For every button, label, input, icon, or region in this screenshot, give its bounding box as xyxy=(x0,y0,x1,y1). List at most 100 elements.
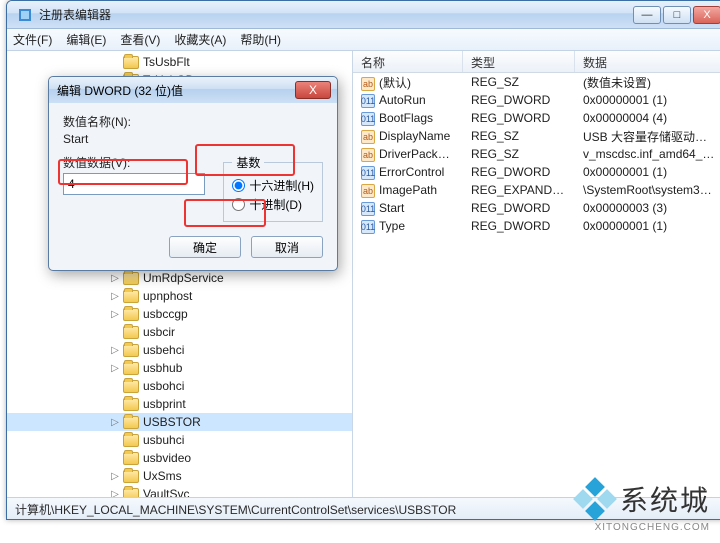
value-row[interactable]: 011TypeREG_DWORD0x00000001 (1) xyxy=(353,217,720,235)
folder-icon xyxy=(123,488,139,498)
value-data: USB 大容量存储驱动程序 xyxy=(575,128,720,145)
menu-view[interactable]: 查看(V) xyxy=(120,31,160,48)
titlebar[interactable]: 注册表编辑器 — □ X xyxy=(7,1,720,29)
values-pane[interactable]: 名称 类型 数据 ab(默认)REG_SZ(数值未设置)011AutoRunRE… xyxy=(353,51,720,497)
tree-item[interactable]: ▷ usbhub xyxy=(7,359,352,377)
folder-icon xyxy=(123,272,139,285)
tree-item[interactable]: ▷VaultSvc xyxy=(7,485,352,497)
minimize-button[interactable]: — xyxy=(633,6,661,24)
values-list: ab(默认)REG_SZ(数值未设置)011AutoRunREG_DWORD0x… xyxy=(353,73,720,235)
dword-icon: 011 xyxy=(361,220,375,234)
tree-item[interactable]: ▷ upnphost xyxy=(7,287,352,305)
name-value xyxy=(63,132,323,146)
tree-item[interactable]: usbuhci xyxy=(7,431,352,449)
tree-item[interactable]: usbcir xyxy=(7,323,352,341)
tree-label: upnphost xyxy=(143,289,192,303)
tree-label: usbhub xyxy=(143,361,182,375)
ok-button[interactable]: 确定 xyxy=(169,236,241,258)
value-data: (数值未设置) xyxy=(575,74,720,91)
radix-dec-option[interactable]: 十进制(D) xyxy=(232,196,314,213)
name-label: 数值名称(N): xyxy=(63,113,323,130)
menu-help[interactable]: 帮助(H) xyxy=(240,31,281,48)
close-button[interactable]: X xyxy=(693,6,720,24)
menu-favorites[interactable]: 收藏夹(A) xyxy=(174,31,226,48)
value-row[interactable]: abImagePathREG_EXPAND_SZ\SystemRoot\syst… xyxy=(353,181,720,199)
value-row[interactable]: 011ErrorControlREG_DWORD0x00000001 (1) xyxy=(353,163,720,181)
expander-icon[interactable]: ▷ xyxy=(109,417,121,428)
value-row[interactable]: 011AutoRunREG_DWORD0x00000001 (1) xyxy=(353,91,720,109)
data-input[interactable] xyxy=(63,173,205,195)
value-data: 0x00000001 (1) xyxy=(575,219,720,233)
folder-icon xyxy=(123,398,139,411)
value-type: REG_DWORD xyxy=(463,165,575,179)
tree-label: usbuhci xyxy=(143,433,184,447)
value-name: DisplayName xyxy=(379,129,450,143)
watermark: 系统城 XITONGCHENG.COM xyxy=(576,479,710,519)
tree-label: TsUsbFlt xyxy=(143,55,190,69)
tree-item[interactable]: usbvideo xyxy=(7,449,352,467)
expander-icon[interactable]: ▷ xyxy=(109,471,121,482)
tree-label: usbcir xyxy=(143,325,175,339)
value-name: DriverPackageId xyxy=(379,147,463,161)
maximize-button[interactable]: □ xyxy=(663,6,691,24)
tree-item[interactable]: TsUsbFlt xyxy=(7,53,352,71)
radix-dec-radio[interactable] xyxy=(232,198,245,211)
value-name: BootFlags xyxy=(379,111,433,125)
value-type: REG_SZ xyxy=(463,129,575,143)
tree-label: usbohci xyxy=(143,379,184,393)
expander-icon[interactable]: ▷ xyxy=(109,291,121,302)
tree-label: USBSTOR xyxy=(143,415,201,429)
values-header: 名称 类型 数据 xyxy=(353,51,720,73)
window-title: 注册表编辑器 xyxy=(39,6,633,23)
col-type[interactable]: 类型 xyxy=(463,51,575,72)
dialog-title[interactable]: 编辑 DWORD (32 位)值 xyxy=(49,77,337,103)
value-type: REG_EXPAND_SZ xyxy=(463,183,575,197)
value-row[interactable]: ab(默认)REG_SZ(数值未设置) xyxy=(353,73,720,91)
app-icon xyxy=(17,7,33,23)
col-name[interactable]: 名称 xyxy=(353,51,463,72)
tree-item[interactable]: ▷UxSms xyxy=(7,467,352,485)
radix-hex-radio[interactable] xyxy=(232,179,245,192)
folder-icon xyxy=(123,362,139,375)
value-row[interactable]: 011BootFlagsREG_DWORD0x00000004 (4) xyxy=(353,109,720,127)
string-icon: ab xyxy=(361,184,375,198)
tree-label: usbprint xyxy=(143,397,186,411)
value-type: REG_SZ xyxy=(463,75,575,89)
tree-item[interactable]: ▷ usbehci xyxy=(7,341,352,359)
tree-item[interactable]: ▷ USBSTOR xyxy=(7,413,352,431)
value-row[interactable]: abDriverPackageIdREG_SZv_mscdsc.inf_amd6… xyxy=(353,145,720,163)
expander-icon[interactable]: ▷ xyxy=(109,309,121,320)
tree-item[interactable]: ▷usbccgp xyxy=(7,305,352,323)
value-name: ImagePath xyxy=(379,183,437,197)
expander-icon[interactable]: ▷ xyxy=(109,363,121,374)
expander-icon[interactable]: ▷ xyxy=(109,273,121,284)
value-row[interactable]: abDisplayNameREG_SZUSB 大容量存储驱动程序 xyxy=(353,127,720,145)
folder-icon xyxy=(123,470,139,483)
tree-item[interactable]: ▷UmRdpService xyxy=(7,269,352,287)
expander-icon[interactable]: ▷ xyxy=(109,489,121,498)
tree-item[interactable]: usbohci xyxy=(7,377,352,395)
status-path: 计算机\HKEY_LOCAL_MACHINE\SYSTEM\CurrentCon… xyxy=(15,503,456,517)
watermark-icon xyxy=(576,480,614,518)
dialog-close-button[interactable]: X xyxy=(295,81,331,99)
base-legend: 基数 xyxy=(232,154,264,171)
menubar: 文件(F) 编辑(E) 查看(V) 收藏夹(A) 帮助(H) xyxy=(7,29,720,51)
folder-icon xyxy=(123,344,139,357)
col-data[interactable]: 数据 xyxy=(575,51,720,72)
folder-icon xyxy=(123,308,139,321)
data-label: 数值数据(V): xyxy=(63,154,205,171)
tree-label: usbehci xyxy=(143,343,184,357)
edit-dword-dialog: 编辑 DWORD (32 位)值 X 数值名称(N): 数值数据(V): 基数 … xyxy=(48,76,338,271)
value-type: REG_DWORD xyxy=(463,93,575,107)
expander-icon[interactable]: ▷ xyxy=(109,345,121,356)
folder-icon xyxy=(123,380,139,393)
tree-item[interactable]: usbprint xyxy=(7,395,352,413)
menu-file[interactable]: 文件(F) xyxy=(13,31,52,48)
value-row[interactable]: 011StartREG_DWORD0x00000003 (3) xyxy=(353,199,720,217)
value-type: REG_DWORD xyxy=(463,219,575,233)
value-name: ErrorControl xyxy=(379,165,444,179)
cancel-button[interactable]: 取消 xyxy=(251,236,323,258)
menu-edit[interactable]: 编辑(E) xyxy=(66,31,106,48)
dword-icon: 011 xyxy=(361,94,375,108)
radix-hex-option[interactable]: 十六进制(H) xyxy=(232,177,314,194)
